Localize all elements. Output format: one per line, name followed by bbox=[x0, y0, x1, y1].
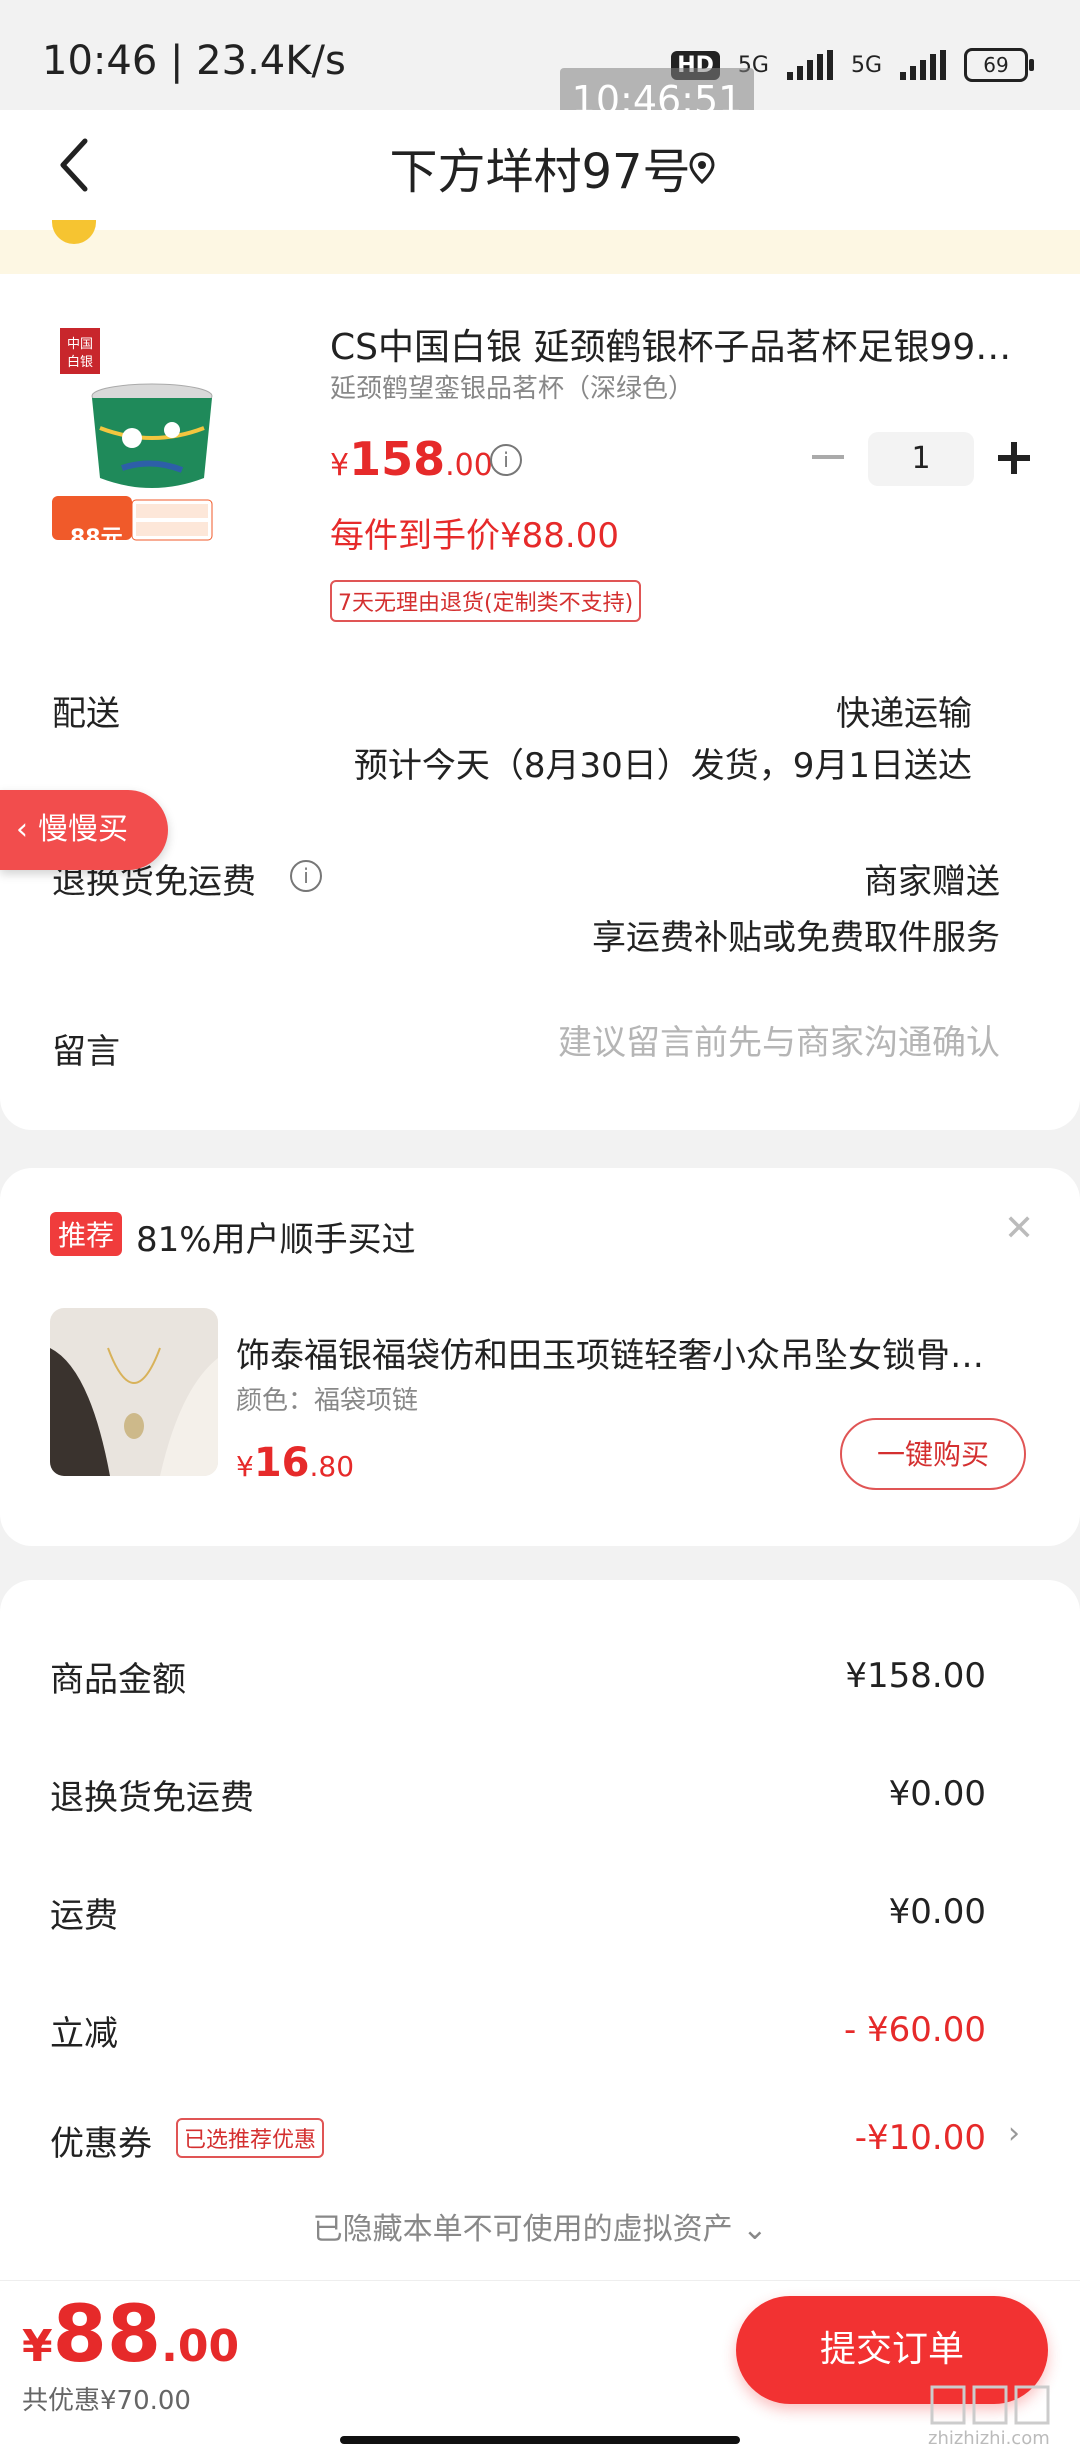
watermark-logo-icon bbox=[930, 2385, 1050, 2425]
recommend-tag: 推荐 bbox=[50, 1212, 123, 1256]
network-5g-label-2: 5G bbox=[850, 52, 882, 78]
product-variant[interactable]: 延颈鹤望銮银品茗杯（深绿色） bbox=[330, 368, 694, 405]
address-title[interactable]: 下方垟村97号 bbox=[0, 132, 1080, 202]
battery-icon: 69 bbox=[964, 48, 1034, 82]
product-price: ¥158.00 bbox=[330, 432, 493, 486]
quantity-minus-button[interactable] bbox=[812, 455, 844, 459]
product-title[interactable]: CS中国白银 延颈鹤银杯子品茗杯足银99… bbox=[330, 318, 1020, 370]
return-policy-badge: 7天无理由退货(定制类不支持) bbox=[330, 580, 642, 622]
watermark-text: zhizhizhi.com bbox=[928, 2428, 1050, 2449]
price-info-icon[interactable]: i bbox=[490, 444, 522, 476]
summary-label-coupon: 优惠券 bbox=[50, 2124, 152, 2164]
quantity-plus-button[interactable] bbox=[994, 438, 1034, 478]
chevron-down-icon: ⌄ bbox=[742, 2212, 768, 2247]
delivery-estimate: 预计今天（8月30日）发货，9月1日送达 bbox=[353, 746, 972, 786]
summary-value-coupon[interactable]: -¥10.00 bbox=[855, 2118, 986, 2158]
recommend-item-title[interactable]: 饰泰福银福袋仿和田玉项链轻奢小众吊坠女锁骨… bbox=[236, 1328, 1036, 1377]
hidden-assets-toggle[interactable]: 已隐藏本单不可使用的虚拟资产 ⌄ bbox=[0, 2204, 1080, 2248]
recommend-item-price: ¥16.80 bbox=[236, 1440, 355, 1486]
delivery-label: 配送 bbox=[52, 694, 120, 734]
summary-value-discount: - ¥60.00 bbox=[843, 2010, 986, 2050]
message-input[interactable] bbox=[500, 1018, 1000, 1068]
total-savings: 共优惠¥70.00 bbox=[22, 2386, 191, 2416]
summary-label-subtotal: 商品金额 bbox=[50, 1660, 186, 1700]
signal-icon-2 bbox=[900, 50, 946, 80]
one-click-buy-button[interactable]: 一键购买 bbox=[840, 1418, 1026, 1490]
recommend-product-image[interactable] bbox=[50, 1308, 218, 1476]
total-price: ¥88.00 bbox=[22, 2290, 240, 2380]
quantity-input[interactable]: 1 bbox=[868, 432, 974, 486]
status-time: 10:46 | 23.4K/s bbox=[42, 38, 346, 84]
svg-text:白银: 白银 bbox=[67, 354, 93, 370]
location-pin-icon[interactable] bbox=[688, 152, 716, 184]
brand-logo-text: 中国 bbox=[67, 337, 93, 352]
summary-value-shipping: ¥0.00 bbox=[888, 1892, 986, 1932]
promo-banner-strip bbox=[0, 230, 1080, 274]
slow-buy-tab[interactable]: ‹ 慢慢买 bbox=[0, 790, 168, 870]
summary-value-subtotal: ¥158.00 bbox=[845, 1656, 986, 1696]
summary-label-shipping: 运费 bbox=[50, 1896, 118, 1936]
chevron-left-icon: ‹ bbox=[16, 812, 28, 847]
coupon-selected-badge: 已选推荐优惠 bbox=[176, 2118, 325, 2158]
exchange-value: 商家赠送 bbox=[864, 862, 1000, 902]
message-label: 留言 bbox=[52, 1032, 120, 1072]
exchange-info-icon[interactable]: i bbox=[290, 860, 322, 892]
summary-label-discount: 立减 bbox=[50, 2014, 118, 2054]
home-indicator[interactable] bbox=[340, 2436, 740, 2444]
exchange-detail: 享运费补贴或免费取件服务 bbox=[592, 918, 1000, 958]
image-price-badge: 88元 bbox=[70, 526, 123, 551]
recommend-text: 81%用户顺手买过 bbox=[136, 1220, 416, 1260]
signal-icon bbox=[786, 50, 833, 80]
close-icon[interactable]: ✕ bbox=[1004, 1208, 1034, 1249]
delivery-method[interactable]: 快递运输 bbox=[836, 686, 972, 735]
unit-final-price: 每件到手价¥88.00 bbox=[330, 516, 619, 556]
summary-value-exchange: ¥0.00 bbox=[888, 1774, 986, 1814]
chevron-right-icon[interactable]: › bbox=[1008, 2116, 1020, 2151]
summary-label-exchange: 退换货免运费 bbox=[50, 1778, 254, 1818]
recommend-item-variant: 颜色：福袋项链 bbox=[236, 1386, 419, 1416]
